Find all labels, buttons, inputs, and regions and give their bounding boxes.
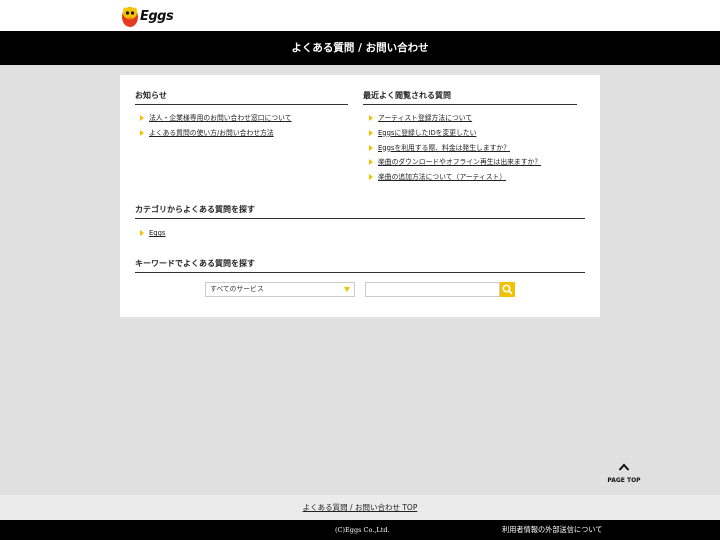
bullet-icon (369, 115, 373, 121)
list-item: 楽曲のダウンロードやオフライン再生は出来ますか？ (369, 157, 594, 172)
list-item: 法人・企業様専用のお問い合わせ窓口について (140, 113, 350, 128)
list-item: Eggs (140, 228, 340, 243)
category-list: Eggs (140, 228, 340, 243)
list-item: Eggsを利用する際、料金は発生しますか？ (369, 143, 594, 158)
faq-panel: お知らせ 法人・企業様専用のお問い合わせ窓口について よくある質問の使い方/お問… (120, 75, 600, 317)
service-select-value: すべてのサービス (210, 285, 264, 293)
bullet-icon (140, 129, 144, 136)
footer: (C)Eggs Co.,Ltd. 利用者情報の外部送信について (0, 520, 720, 540)
external-transmission-link[interactable]: 利用者情報の外部送信について (502, 525, 602, 535)
eggs-logo[interactable]: Eggs (120, 3, 174, 29)
popular-question-link[interactable]: 楽曲の追加方法について（アーティスト） (378, 173, 506, 181)
page-top-button[interactable]: PAGE TOP (604, 460, 644, 488)
bullet-icon (140, 230, 144, 236)
keyword-search-input[interactable] (365, 282, 500, 297)
page-title: よくある質問 / お問い合わせ (0, 31, 720, 65)
search-button[interactable] (500, 282, 515, 297)
popular-question-link[interactable]: Eggsに登録したIDを変更したい (378, 129, 476, 137)
bullet-icon (369, 129, 373, 136)
popular-section-title: 最近よく閲覧される質問 (363, 90, 577, 105)
list-item: アーティスト登録方法について (369, 113, 594, 128)
category-link-eggs[interactable]: Eggs (149, 229, 165, 237)
egg-mascot-icon (122, 7, 138, 27)
news-link[interactable]: よくある質問の使い方/お問い合わせ方法 (149, 129, 274, 137)
service-select[interactable]: すべてのサービス (205, 282, 355, 297)
news-link[interactable]: 法人・企業様専用のお問い合わせ窓口について (149, 114, 292, 122)
logo-text: Eggs (140, 9, 174, 24)
list-item: 楽曲の追加方法について（アーティスト） (369, 172, 594, 187)
news-list: 法人・企業様専用のお問い合わせ窓口について よくある質問の使い方/お問い合わせ方… (140, 113, 350, 143)
popular-question-link[interactable]: Eggsを利用する際、料金は発生しますか？ (378, 144, 510, 152)
popular-question-link[interactable]: 楽曲のダウンロードやオフライン再生は出来ますか？ (378, 158, 541, 166)
search-icon (502, 284, 513, 295)
news-section-title: お知らせ (135, 90, 348, 105)
bullet-icon (140, 115, 144, 121)
faq-top-link[interactable]: よくある質問 / お問い合わせ TOP (303, 503, 418, 512)
copyright: (C)Eggs Co.,Ltd. (335, 526, 390, 534)
keyword-section-title: キーワードでよくある質問を探す (135, 258, 585, 273)
page-top-label: PAGE TOP (607, 477, 641, 484)
list-item: よくある質問の使い方/お問い合わせ方法 (140, 128, 350, 143)
popular-list: アーティスト登録方法について Eggsに登録したIDを変更したい Eggsを利用… (369, 113, 594, 187)
dropdown-arrow-icon (344, 287, 350, 292)
footer-link-bar: よくある質問 / お問い合わせ TOP (0, 495, 720, 520)
category-section-title: カテゴリからよくある質問を探す (135, 204, 585, 219)
bullet-icon (369, 159, 373, 166)
list-item: Eggsに登録したIDを変更したい (369, 128, 594, 143)
popular-question-link[interactable]: アーティスト登録方法について (378, 114, 472, 122)
bullet-icon (369, 144, 373, 151)
bullet-icon (369, 174, 373, 181)
top-bar: Eggs (0, 0, 720, 31)
chevron-up-icon (618, 463, 630, 471)
